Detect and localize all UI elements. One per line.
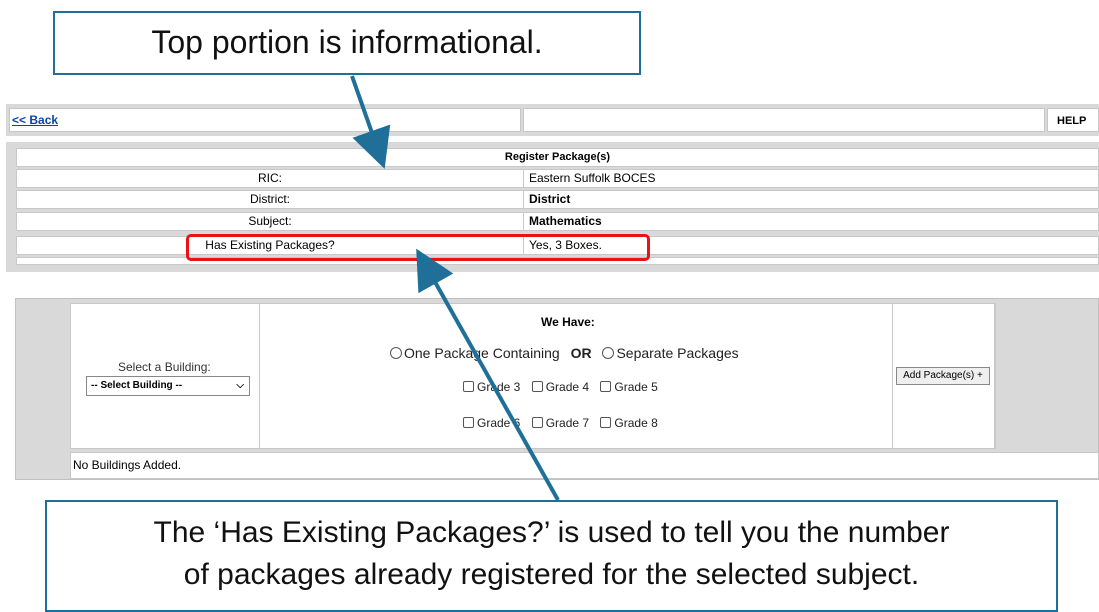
- callout-top: Top portion is informational.: [53, 11, 641, 75]
- callout-bottom-line-1: The ‘Has Existing Packages?’ is used to …: [153, 516, 950, 549]
- callout-bottom: The ‘Has Existing Packages?’ is used to …: [45, 500, 1058, 612]
- arrow-to-existing-packages: [416, 248, 560, 501]
- arrow-to-info-panel: [350, 75, 391, 169]
- callout-bottom-line-2: of packages already registered for the s…: [183, 558, 920, 591]
